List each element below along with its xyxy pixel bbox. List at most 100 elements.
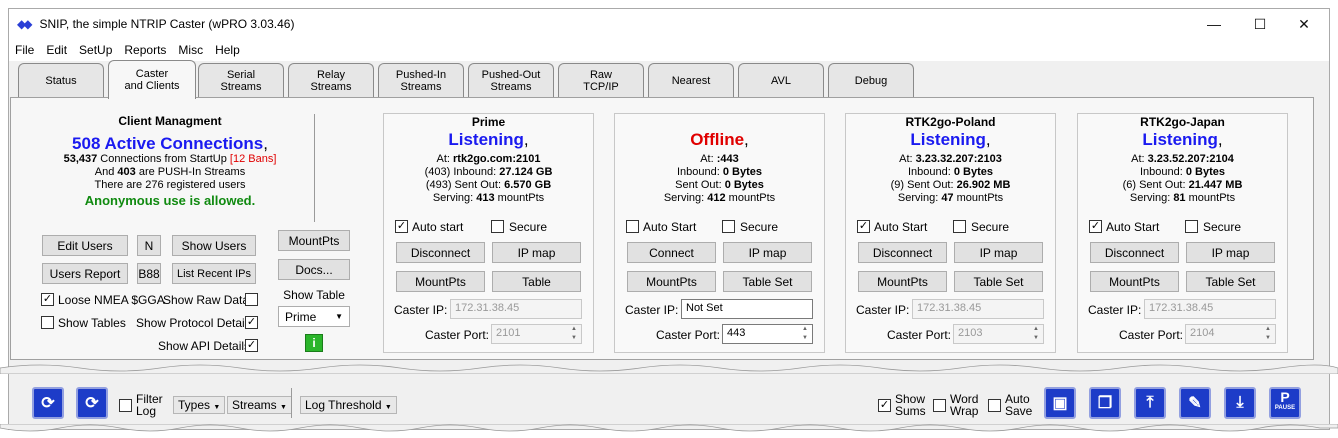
show-api-checkbox[interactable]: ✓ (245, 339, 258, 352)
caster-ip-label: Caster IP: (625, 303, 679, 317)
secure-checkbox[interactable] (953, 220, 966, 233)
caster-mountpts-button[interactable]: MountPts (396, 271, 485, 292)
menu-file[interactable]: File (9, 43, 40, 57)
auto-refresh-icon[interactable]: ⟳ (76, 387, 108, 419)
table-button[interactable]: Table Set (1186, 271, 1275, 292)
ip-map-button[interactable]: IP map (492, 242, 581, 263)
tab-nearest[interactable]: Nearest (648, 63, 734, 97)
spinner-icon[interactable]: ▲ ▼ (1261, 325, 1275, 343)
caster-port-input[interactable]: 2101 ▲ ▼ (491, 324, 582, 344)
spinner-icon[interactable]: ▲ ▼ (1029, 325, 1043, 343)
tab-caster-and-clients[interactable]: Caster and Clients (108, 60, 196, 99)
edit-users-button[interactable]: Edit Users (42, 235, 128, 256)
spinner-icon[interactable]: ▲ ▼ (798, 325, 812, 343)
pause-icon[interactable]: P PAUSE (1269, 387, 1301, 419)
inbound-value: 0 Bytes (1185, 166, 1225, 178)
tab-avl[interactable]: AVL (738, 63, 824, 97)
auto-save-checkbox[interactable] (988, 399, 1001, 412)
show-table-select[interactable]: Prime ▼ (278, 306, 350, 327)
caster-ip-input[interactable]: Not Set (681, 299, 813, 319)
tab-pushed-out-streams[interactable]: Pushed-Out Streams (468, 63, 554, 97)
tab-relay-streams[interactable]: Relay Streams (288, 63, 374, 97)
caster-ip-input[interactable]: 172.31.38.45 (450, 299, 582, 319)
serving-label: Serving: (432, 192, 477, 204)
show-tables-checkbox[interactable] (41, 316, 54, 329)
filter-log-checkbox[interactable] (119, 399, 132, 412)
connect-toggle-button[interactable]: Disconnect (858, 242, 947, 263)
caster-ip-input[interactable]: 172.31.38.45 (1144, 299, 1276, 319)
inbound-value: 0 Bytes (722, 166, 762, 178)
clear-icon[interactable]: ✎ (1179, 387, 1211, 419)
mountpts-button[interactable]: MountPts (278, 230, 350, 251)
n-button[interactable]: N (137, 235, 161, 256)
menu-edit[interactable]: Edit (40, 43, 73, 57)
secure-checkbox[interactable] (1185, 220, 1198, 233)
types-dropdown[interactable]: Types ▼ (173, 396, 226, 414)
tab-status[interactable]: Status (18, 63, 104, 97)
connect-toggle-button[interactable]: Disconnect (1090, 242, 1179, 263)
caster-serving: Serving: 47 mountPts (845, 192, 1056, 204)
active-connections-text: 508 Active Connections (72, 134, 264, 153)
ip-map-button[interactable]: IP map (1186, 242, 1275, 263)
list-recent-ips-button[interactable]: List Recent IPs (172, 263, 256, 284)
copy-icon[interactable]: ❐ (1089, 387, 1121, 419)
show-table-value: Prime (285, 309, 317, 324)
tab-debug[interactable]: Debug (828, 63, 914, 97)
caster-ip-input[interactable]: 172.31.38.45 (912, 299, 1044, 319)
auto-start-checkbox[interactable]: ✓ (857, 220, 870, 233)
caster-serving: Serving: 81 mountPts (1077, 192, 1288, 204)
b88-button[interactable]: B88 (137, 263, 161, 284)
close-button[interactable]: ✕ (1281, 9, 1327, 39)
users-report-button[interactable]: Users Report (42, 263, 128, 284)
menu-setup[interactable]: SetUp (73, 43, 118, 57)
caster-mountpts-button[interactable]: MountPts (858, 271, 947, 292)
secure-label: Secure (740, 220, 779, 234)
loose-nmea-checkbox[interactable]: ✓ (41, 293, 54, 306)
table-button[interactable]: Table Set (723, 271, 812, 292)
info-button[interactable]: i (305, 334, 323, 352)
ip-map-button[interactable]: IP map (954, 242, 1043, 263)
minimize-button[interactable]: — (1191, 9, 1237, 39)
maximize-button[interactable]: ☐ (1237, 9, 1283, 39)
caster-mountpts-button[interactable]: MountPts (627, 271, 716, 292)
scroll-bottom-icon[interactable]: ⤓ (1224, 387, 1256, 419)
secure-checkbox[interactable] (491, 220, 504, 233)
save-icon[interactable]: ▣ (1044, 387, 1076, 419)
streams-dropdown[interactable]: Streams ▼ (227, 396, 292, 414)
show-users-button[interactable]: Show Users (172, 235, 256, 256)
tab-pushed-in-streams[interactable]: Pushed-In Streams (378, 63, 464, 97)
show-protocol-checkbox[interactable]: ✓ (245, 316, 258, 329)
auto-start-checkbox[interactable]: ✓ (1089, 220, 1102, 233)
tab-serial-streams[interactable]: Serial Streams (198, 63, 284, 97)
show-raw-data-checkbox[interactable] (245, 293, 258, 306)
docs-button[interactable]: Docs... (278, 259, 350, 280)
auto-start-checkbox[interactable] (626, 220, 639, 233)
scroll-top-icon[interactable]: ⤒ (1134, 387, 1166, 419)
word-wrap-checkbox[interactable] (933, 399, 946, 412)
connect-toggle-button[interactable]: Connect (627, 242, 716, 263)
caster-mountpts-button[interactable]: MountPts (1090, 271, 1179, 292)
caster-status: Offline, (614, 130, 825, 150)
spinner-icon[interactable]: ▲ ▼ (567, 325, 581, 343)
torn-edge-bottom (0, 424, 1338, 432)
show-sums-checkbox[interactable]: ✓ (878, 399, 891, 412)
push-in-streams: And 403 are PUSH-In Streams (30, 166, 310, 178)
refresh-icon[interactable]: ⟳ (32, 387, 64, 419)
inbound-label: Inbound: (1139, 166, 1186, 178)
secure-checkbox[interactable] (722, 220, 735, 233)
table-button[interactable]: Table Set (954, 271, 1043, 292)
tab-raw-tcpip[interactable]: Raw TCP/IP (558, 63, 644, 97)
ip-map-button[interactable]: IP map (723, 242, 812, 263)
caster-port-input[interactable]: 2104 ▲ ▼ (1185, 324, 1276, 344)
menu-misc[interactable]: Misc (172, 43, 209, 57)
table-button[interactable]: Table (492, 271, 581, 292)
menu-help[interactable]: Help (209, 43, 246, 57)
menu-reports[interactable]: Reports (118, 43, 172, 57)
auto-save-label: Auto Save (1005, 393, 1032, 417)
auto-start-checkbox[interactable]: ✓ (395, 220, 408, 233)
caster-port-input[interactable]: 2103 ▲ ▼ (953, 324, 1044, 344)
connect-toggle-button[interactable]: Disconnect (396, 242, 485, 263)
caster-port-input[interactable]: 443 ▲ ▼ (722, 324, 813, 344)
log-threshold-dropdown[interactable]: Log Threshold ▼ (300, 396, 397, 414)
serving-label: Serving: (1129, 192, 1174, 204)
